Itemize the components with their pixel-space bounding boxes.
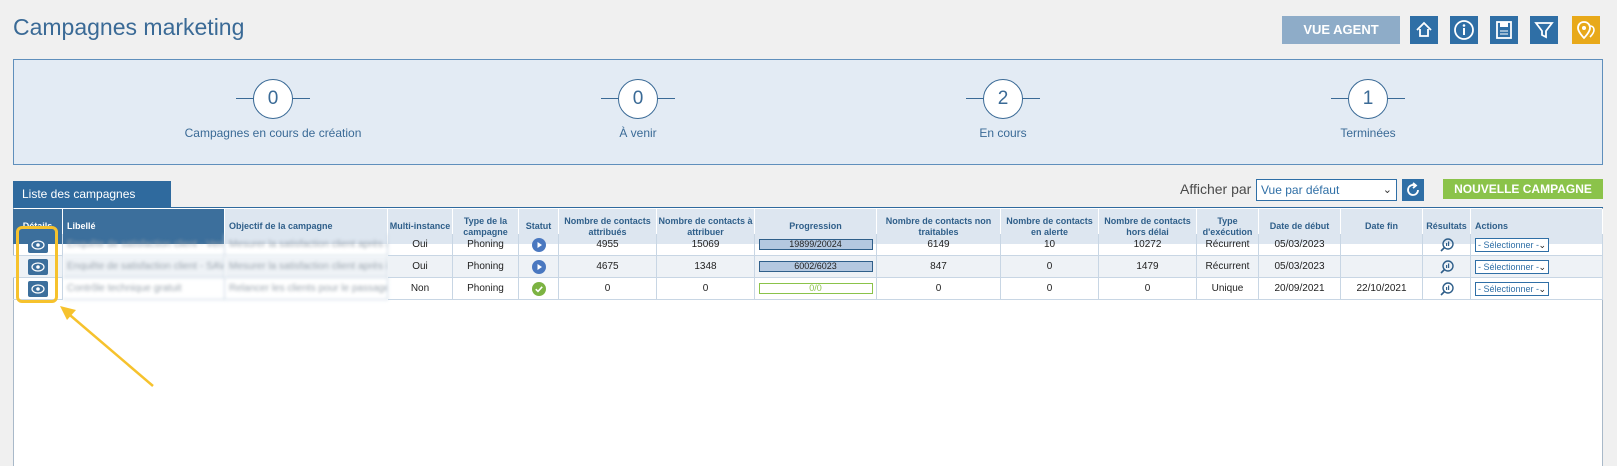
multi-instance-cell: Oui (388, 256, 453, 278)
stat-label: En cours (979, 126, 1027, 140)
multi-instance-cell: Non (388, 278, 453, 300)
actions-select[interactable]: - Sélectionner - ⌄ (1475, 281, 1549, 296)
assigned-cell: 4955 (559, 234, 657, 256)
results-icon[interactable] (1439, 281, 1455, 297)
libelle-cell: Contrôle technique gratuit (63, 278, 225, 300)
tab-campaign-list[interactable]: Liste des campagnes (13, 181, 171, 207)
alert-cell: 0 (1001, 278, 1099, 300)
progress-bar: 6002/6023 (758, 261, 873, 272)
view-select-value: Vue par défaut (1261, 183, 1340, 197)
overdue-cell: 1479 (1099, 256, 1197, 278)
start-date-cell: 05/03/2023 (1259, 256, 1341, 278)
stat-label: Terminées (1340, 126, 1396, 140)
filter-icon[interactable] (1530, 16, 1558, 44)
actions-select-value: - Sélectionner - (1478, 283, 1540, 294)
to-assign-cell: 1348 (657, 256, 755, 278)
table-row: Enquête de satisfaction client - SAV Mes… (13, 256, 1603, 278)
stat-label: Campagnes en cours de création (184, 126, 362, 140)
alert-cell: 0 (1001, 256, 1099, 278)
export-icon[interactable] (1410, 16, 1438, 44)
execution-cell: Récurrent (1197, 234, 1259, 256)
untreatable-cell: 6149 (877, 234, 1001, 256)
details-highlight-box (16, 226, 58, 303)
chevron-down-icon: ⌄ (1538, 283, 1546, 294)
stat-value: 0 (618, 79, 658, 119)
results-icon[interactable] (1439, 237, 1455, 253)
actions-select-value: - Sélectionner - (1478, 261, 1540, 272)
progress-bar: 19899/20024 (758, 239, 873, 250)
page-title: Campagnes marketing (13, 14, 245, 40)
start-date-cell: 20/09/2021 (1259, 278, 1341, 300)
play-status-icon (531, 259, 546, 274)
campaign-stats-panel: 0 Campagnes en cours de création 0 À ven… (13, 59, 1603, 165)
objective-cell: Mesurer la satisfaction client après int… (225, 256, 388, 278)
agent-view-button[interactable]: VUE AGENT (1282, 16, 1400, 44)
start-date-cell: 05/03/2023 (1259, 234, 1341, 256)
results-icon[interactable] (1439, 259, 1455, 275)
stat-creation: 0 Campagnes en cours de création (98, 60, 458, 164)
untreatable-cell: 847 (877, 256, 1001, 278)
refresh-icon[interactable] (1402, 179, 1424, 201)
info-icon[interactable] (1450, 16, 1478, 44)
chevron-down-icon: ⌄ (1538, 239, 1546, 250)
stat-value: 0 (253, 79, 293, 119)
type-cell: Phoning (453, 256, 519, 278)
stat-value: 1 (1348, 79, 1388, 119)
untreatable-cell: 0 (877, 278, 1001, 300)
check-status-icon (531, 281, 546, 296)
execution-cell: Récurrent (1197, 256, 1259, 278)
location-icon[interactable] (1572, 16, 1600, 44)
display-by-label: Afficher par (1180, 181, 1252, 197)
type-cell: Phoning (453, 234, 519, 256)
libelle-cell: Enquête de satisfaction client - SAV (63, 256, 225, 278)
chevron-down-icon: ⌄ (1382, 184, 1392, 196)
end-date-cell: 22/10/2021 (1341, 278, 1423, 300)
stat-finished: 1 Terminées (1193, 60, 1553, 164)
table-row: Enquête de satisfaction client - Vente M… (13, 234, 1603, 256)
execution-cell: Unique (1197, 278, 1259, 300)
stat-value: 2 (983, 79, 1023, 119)
to-assign-cell: 0 (657, 278, 755, 300)
view-select[interactable]: Vue par défaut ⌄ (1256, 179, 1397, 201)
assigned-cell: 4675 (559, 256, 657, 278)
table-row: Contrôle technique gratuit Relancer les … (13, 278, 1603, 300)
stat-in-progress: 2 En cours (828, 60, 1188, 164)
progress-bar: 0/0 (758, 283, 873, 294)
pointer-arrow-icon (60, 306, 154, 387)
end-date-cell (1341, 234, 1423, 256)
stat-upcoming: 0 À venir (463, 60, 823, 164)
save-icon[interactable] (1490, 16, 1518, 44)
libelle-cell: Enquête de satisfaction client - Vente (63, 234, 225, 256)
objective-cell: Mesurer la satisfaction client après ach… (225, 234, 388, 256)
overdue-cell: 0 (1099, 278, 1197, 300)
actions-select[interactable]: - Sélectionner - ⌄ (1475, 237, 1549, 252)
new-campaign-button[interactable]: NOUVELLE CAMPAGNE (1443, 179, 1603, 199)
overdue-cell: 10272 (1099, 234, 1197, 256)
actions-select[interactable]: - Sélectionner - ⌄ (1475, 259, 1549, 274)
stat-label: À venir (619, 126, 657, 140)
assigned-cell: 0 (559, 278, 657, 300)
play-status-icon (531, 237, 546, 252)
alert-cell: 10 (1001, 234, 1099, 256)
objective-cell: Relancer les clients pour le passage (225, 278, 388, 300)
multi-instance-cell: Oui (388, 234, 453, 256)
actions-select-value: - Sélectionner - (1478, 239, 1540, 250)
chevron-down-icon: ⌄ (1538, 261, 1546, 272)
to-assign-cell: 15069 (657, 234, 755, 256)
end-date-cell (1341, 256, 1423, 278)
type-cell: Phoning (453, 278, 519, 300)
